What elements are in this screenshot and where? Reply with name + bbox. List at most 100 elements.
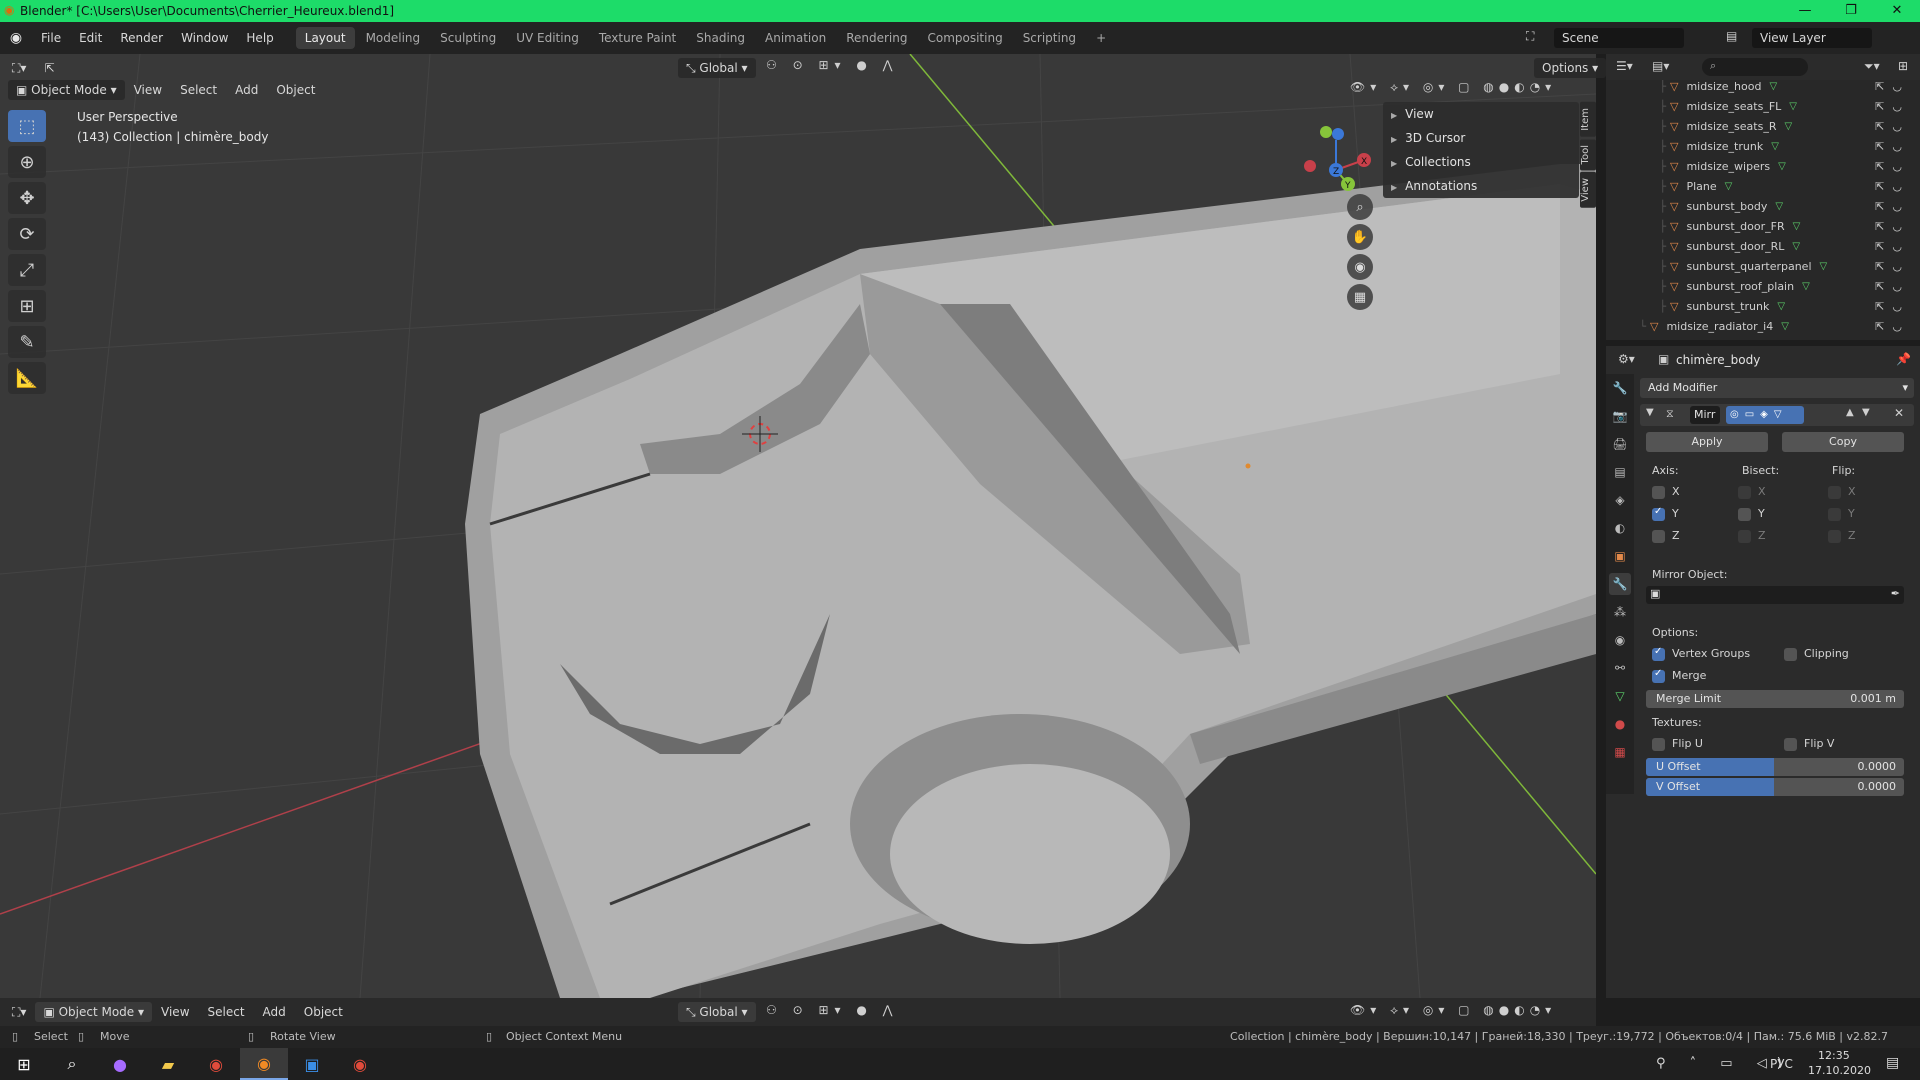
- tab-shading[interactable]: Shading: [687, 27, 754, 49]
- visibility-icon[interactable]: ⇱◡: [1875, 300, 1910, 313]
- texture-tab-icon[interactable]: ▦: [1609, 741, 1631, 763]
- blender-menu-icon[interactable]: ◉: [0, 30, 32, 46]
- photos-app-icon[interactable]: ▣: [288, 1048, 336, 1080]
- outliner-search-input[interactable]: ⌕: [1702, 58, 1808, 76]
- cursor-tool-icon[interactable]: ⊕: [8, 146, 46, 178]
- move-up-icon[interactable]: ▲: [1846, 407, 1854, 418]
- visibility-icon[interactable]: ⇱◡: [1875, 80, 1910, 93]
- vertex-groups-checkbox[interactable]: [1652, 646, 1665, 661]
- axis-z-checkbox[interactable]: [1652, 530, 1665, 543]
- remove-modifier-icon[interactable]: ✕: [1894, 406, 1904, 420]
- flip-z-checkbox[interactable]: [1828, 530, 1841, 543]
- menu-select[interactable]: Select: [171, 83, 226, 97]
- footer-shading-icons[interactable]: 👁▾ ⟡▾ ◎▾ ▢ ◍●◐◔▾: [1350, 1003, 1556, 1018]
- footer-menu-select[interactable]: Select: [199, 1005, 254, 1019]
- transform-tool-icon[interactable]: ⊞: [8, 290, 46, 322]
- flip-x-checkbox[interactable]: [1828, 486, 1841, 499]
- visibility-icon[interactable]: ⇱◡: [1875, 200, 1910, 213]
- menu-file[interactable]: File: [32, 22, 70, 54]
- viewport-shading-icons[interactable]: 👁▾ ⟡▾ ◎▾ ▢ ◍●◐◔▾: [1350, 80, 1556, 95]
- display-mode-icon[interactable]: ▤▾: [1652, 59, 1669, 73]
- visibility-icon[interactable]: ⇱◡: [1875, 240, 1910, 253]
- new-collection-icon[interactable]: ⊞: [1898, 59, 1908, 73]
- outliner-item[interactable]: ├ ▽ sunburst_roof_plain ▽ ⇱◡: [1606, 276, 1920, 296]
- footer-snap-icons[interactable]: ⚇ ⊙ ⊞▾ ● ⋀: [766, 1003, 898, 1017]
- menu-help[interactable]: Help: [237, 22, 282, 54]
- outliner-item[interactable]: └ ▽ midsize_radiator_i4 ▽ ⇱◡: [1606, 316, 1920, 336]
- clipping-checkbox[interactable]: [1784, 648, 1797, 661]
- properties-editor-icon[interactable]: ⚙▾: [1618, 352, 1635, 366]
- outliner-editor-icon[interactable]: ☰▾: [1616, 59, 1633, 73]
- editor-type-icon[interactable]: ⛶▾: [0, 61, 35, 76]
- particles-tab-icon[interactable]: ⁂: [1609, 601, 1631, 623]
- v-offset-field[interactable]: V Offset 0.0000: [1646, 778, 1904, 796]
- navigation-gizmo[interactable]: X Y Z: [1296, 120, 1376, 200]
- merge-checkbox[interactable]: [1652, 668, 1665, 683]
- file-explorer-icon[interactable]: ▰: [144, 1048, 192, 1080]
- panel-view[interactable]: ▶ View: [1383, 102, 1579, 126]
- menu-render[interactable]: Render: [111, 22, 172, 54]
- blender-taskbar-icon[interactable]: ◉: [240, 1048, 288, 1080]
- bisect-y-checkbox[interactable]: [1738, 508, 1751, 521]
- outliner-item[interactable]: ├ ▽ midsize_trunk ▽ ⇱◡: [1606, 136, 1920, 156]
- pan-hand-icon[interactable]: ✋: [1347, 224, 1373, 250]
- material-tab-icon[interactable]: ●: [1609, 713, 1631, 735]
- search-icon[interactable]: ⌕: [48, 1048, 96, 1080]
- outliner-item[interactable]: ├ ▽ sunburst_door_FR ▽ ⇱◡: [1606, 216, 1920, 236]
- menu-view[interactable]: View: [125, 83, 171, 97]
- footer-menu-object[interactable]: Object: [295, 1005, 352, 1019]
- footer-menu-view[interactable]: View: [152, 1005, 198, 1019]
- visibility-icon[interactable]: ⇱◡: [1875, 260, 1910, 273]
- modifier-name-input[interactable]: Mirr: [1690, 406, 1720, 424]
- modifier-tab-icon[interactable]: 🔧: [1609, 573, 1631, 595]
- u-offset-field[interactable]: U Offset 0.0000: [1646, 758, 1904, 776]
- filter-icon[interactable]: ⏷▾: [1864, 59, 1880, 74]
- car-body-mesh[interactable]: [465, 164, 1596, 998]
- orientation-dropdown[interactable]: ⤡ Global ▾: [678, 58, 756, 78]
- outliner-item[interactable]: ├ ▽ Plane ▽ ⇱◡: [1606, 176, 1920, 196]
- move-tool-icon[interactable]: ✥: [8, 182, 46, 214]
- copy-button[interactable]: Copy: [1782, 432, 1904, 452]
- tab-tool[interactable]: Tool: [1580, 138, 1596, 171]
- visibility-icon[interactable]: ⇱◡: [1875, 140, 1910, 153]
- add-workspace-button[interactable]: +: [1087, 27, 1115, 49]
- tab-compositing[interactable]: Compositing: [918, 27, 1011, 49]
- modifier-visibility-toggles[interactable]: ◎▭◈▽: [1726, 406, 1804, 424]
- pin-icon[interactable]: 📌: [1896, 352, 1911, 366]
- apply-button[interactable]: Apply: [1646, 432, 1768, 452]
- footer-menu-add[interactable]: Add: [254, 1005, 295, 1019]
- tool-icon[interactable]: ⇱: [35, 61, 63, 75]
- add-modifier-dropdown[interactable]: Add Modifier ▾: [1640, 378, 1914, 398]
- outliner-item[interactable]: ├ ▽ sunburst_door_RL ▽ ⇱◡: [1606, 236, 1920, 256]
- clock-date[interactable]: 17.10.2020: [1808, 1064, 1871, 1077]
- visibility-icon[interactable]: ⇱◡: [1875, 220, 1910, 233]
- zoom-icon[interactable]: ⌕: [1347, 194, 1373, 220]
- axis-x-checkbox[interactable]: [1652, 486, 1665, 499]
- outliner-item[interactable]: ├ ▽ midsize_wipers ▽ ⇱◡: [1606, 156, 1920, 176]
- tab-rendering[interactable]: Rendering: [837, 27, 916, 49]
- visibility-icon[interactable]: ⇱◡: [1875, 280, 1910, 293]
- minimize-button[interactable]: —: [1782, 0, 1828, 22]
- object-mode-dropdown[interactable]: ▣ Object Mode ▾: [8, 80, 125, 100]
- outliner-item[interactable]: ├ ▽ midsize_seats_FL ▽ ⇱◡: [1606, 96, 1920, 116]
- assistant-app-icon[interactable]: ●: [96, 1048, 144, 1080]
- maximize-button[interactable]: ❐: [1828, 0, 1874, 22]
- tab-view[interactable]: View: [1580, 172, 1596, 208]
- footer-object-mode-dropdown[interactable]: ▣ Object Mode ▾: [35, 1002, 153, 1022]
- outliner-item[interactable]: ├ ▽ sunburst_trunk ▽ ⇱◡: [1606, 296, 1920, 316]
- rotate-tool-icon[interactable]: ⟳: [8, 218, 46, 250]
- object-tab-icon[interactable]: ▣: [1609, 545, 1631, 567]
- menu-edit[interactable]: Edit: [70, 22, 111, 54]
- outliner-item[interactable]: ├ ▽ sunburst_quarterpanel ▽ ⇱◡: [1606, 256, 1920, 276]
- visibility-icon[interactable]: ⇱◡: [1875, 180, 1910, 193]
- mirror-object-field[interactable]: ▣ ✒: [1646, 586, 1904, 604]
- axis-y-checkbox[interactable]: [1652, 506, 1665, 521]
- tab-texture-paint[interactable]: Texture Paint: [590, 27, 685, 49]
- world-tab-icon[interactable]: ◐: [1609, 517, 1631, 539]
- visibility-icon[interactable]: ⇱◡: [1875, 320, 1910, 333]
- bisect-x-checkbox[interactable]: [1738, 486, 1751, 499]
- view-layer-tab-icon[interactable]: ▤: [1609, 461, 1631, 483]
- constraints-tab-icon[interactable]: ⚯: [1609, 657, 1631, 679]
- tab-item[interactable]: Item: [1580, 102, 1596, 137]
- options-dropdown[interactable]: Options ▾: [1534, 58, 1607, 78]
